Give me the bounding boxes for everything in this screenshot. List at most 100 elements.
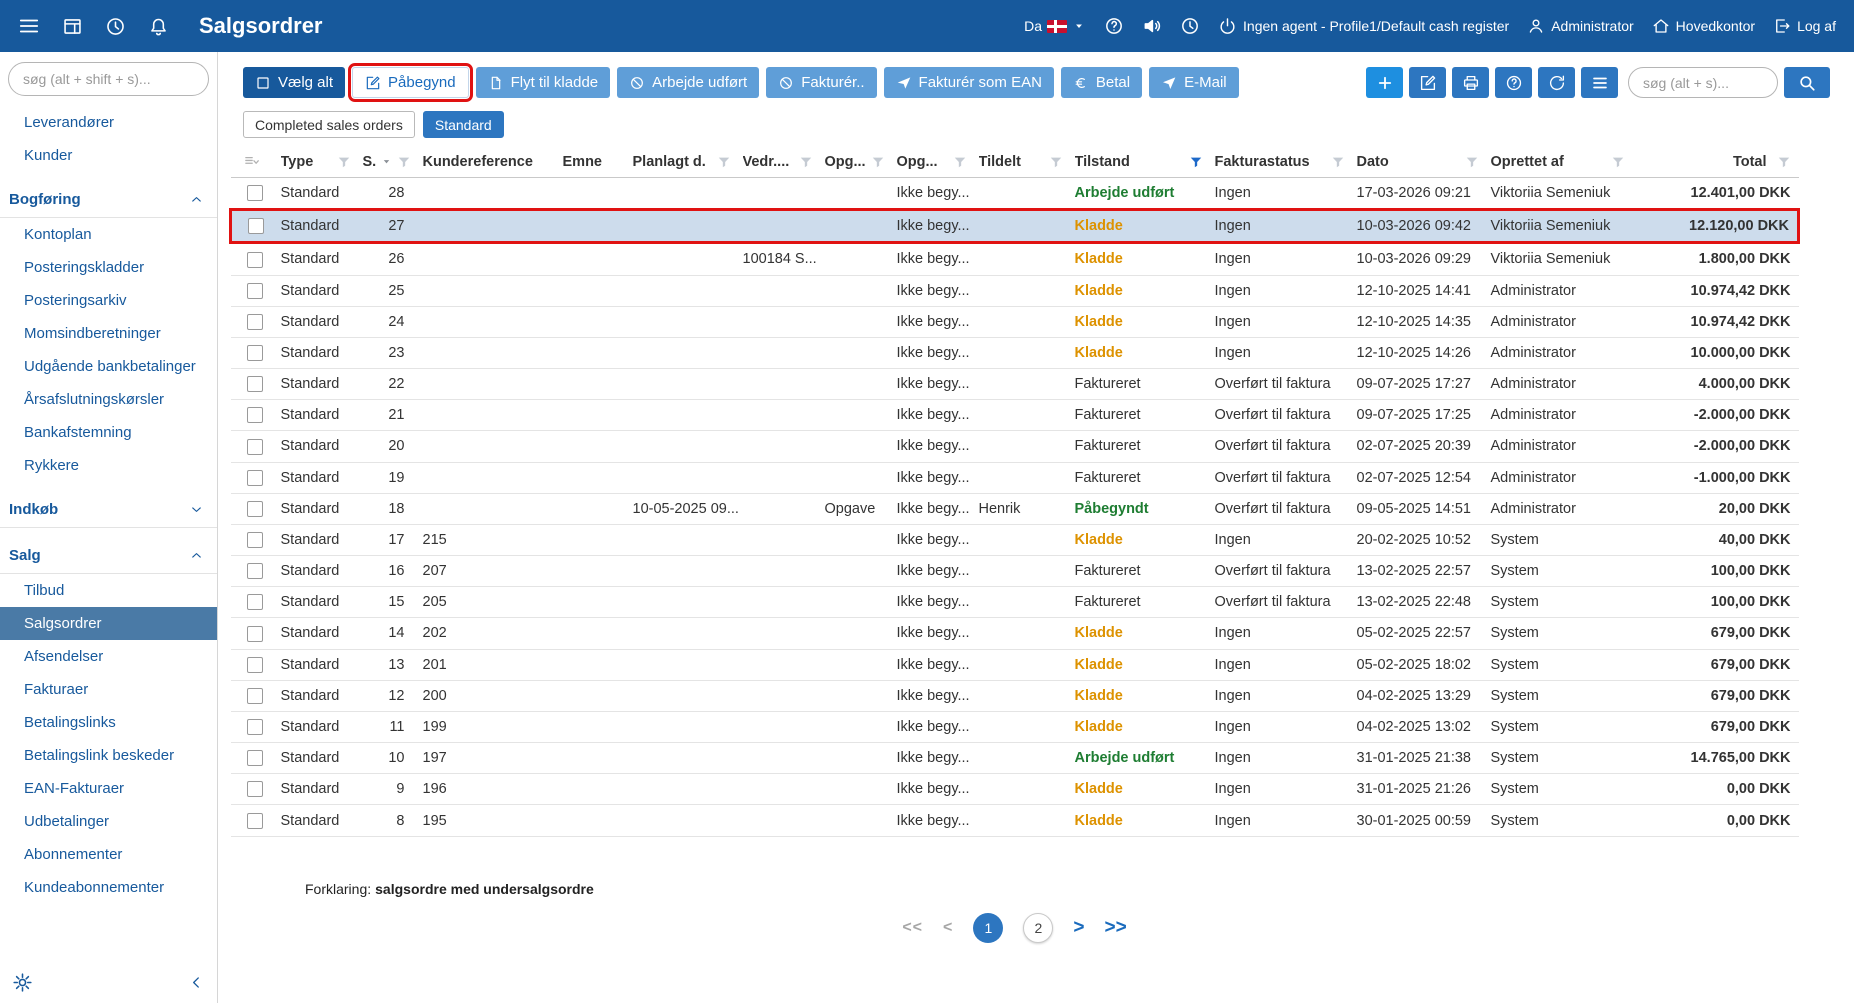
- row-checkbox[interactable]: [246, 500, 263, 517]
- row-checkbox[interactable]: [246, 407, 263, 424]
- order-row-26[interactable]: Standard 26 100184 S... Ikke begy... Kladde I…: [230, 242, 1799, 276]
- sidebar-item-afsendelser[interactable]: Afsendelser: [0, 640, 217, 673]
- column-type[interactable]: Type: [276, 146, 359, 178]
- report-icon[interactable]: [62, 16, 83, 37]
- order-row-21[interactable]: Standard 21 Ikke begy... Faktureret Overført…: [230, 399, 1799, 432]
- time-icon[interactable]: [1180, 16, 1200, 36]
- fakturer-button[interactable]: Fakturér..: [766, 67, 877, 98]
- sidebar-item-aarsafslutningskorsler[interactable]: Årsafslutningskørsler: [0, 383, 217, 416]
- refresh-button[interactable]: [1538, 67, 1575, 98]
- column-fakturastatus[interactable]: Fakturastatus: [1210, 146, 1353, 178]
- help-icon[interactable]: [1104, 16, 1124, 36]
- sidebar-item-posteringsarkiv[interactable]: Posteringsarkiv: [0, 284, 217, 317]
- row-checkbox[interactable]: [246, 313, 263, 330]
- row-checkbox[interactable]: [246, 376, 263, 393]
- order-row-8[interactable]: Standard 8 195 Ikke begy... Kladde Ingen 30-01…: [230, 804, 1799, 837]
- row-checkbox[interactable]: [246, 812, 263, 829]
- order-row-18[interactable]: Standard 18 10-05-2025 09... Opgave Ikke beg…: [230, 493, 1799, 525]
- filter-funnel-icon[interactable]: [1189, 155, 1207, 169]
- sidebar-item-posteringskladder[interactable]: Posteringskladder: [0, 251, 217, 284]
- sidebar-section-indkob[interactable]: Indkøb: [0, 492, 217, 528]
- speaker-icon[interactable]: [1142, 16, 1162, 36]
- history-clock-icon[interactable]: [105, 16, 126, 37]
- row-checkbox[interactable]: [246, 625, 263, 642]
- order-row-24[interactable]: Standard 24 Ikke begy... Kladde Ingen 12-10-2…: [230, 306, 1799, 338]
- filter-funnel-icon[interactable]: [1611, 155, 1629, 169]
- filter-funnel-icon[interactable]: [1331, 155, 1349, 169]
- page-button-2[interactable]: 2: [1023, 912, 1054, 943]
- filter-funnel-icon[interactable]: [1777, 155, 1795, 169]
- sidebar-item-abonnementer[interactable]: Abonnementer: [0, 838, 217, 871]
- order-row-23[interactable]: Standard 23 Ikke begy... Kladde Ingen 12-10-2…: [230, 337, 1799, 370]
- office-menu[interactable]: Hovedkontor: [1652, 17, 1755, 35]
- row-checkbox[interactable]: [246, 687, 263, 704]
- help-button[interactable]: [1495, 67, 1532, 98]
- order-row-14[interactable]: Standard 14 202 Ikke begy... Kladde Ingen 05-0…: [230, 617, 1799, 650]
- sidebar-item-leverandorer[interactable]: Leverandører: [0, 106, 217, 139]
- row-checkbox[interactable]: [246, 594, 263, 611]
- language-selector[interactable]: Da: [1024, 18, 1086, 34]
- prev-page-button[interactable]: <: [943, 919, 953, 937]
- order-row-16[interactable]: Standard 16 207 Ikke begy... Faktureret Overf…: [230, 555, 1799, 588]
- sidebar-item-betalingslinks[interactable]: Betalingslinks: [0, 706, 217, 739]
- column-opg[interactable]: Opg...: [892, 146, 975, 178]
- print-button[interactable]: [1452, 67, 1489, 98]
- row-checkbox[interactable]: [246, 438, 263, 455]
- sidebar-item-tilbud[interactable]: Tilbud: [0, 574, 217, 607]
- agent-status[interactable]: Ingen agent - Profile1/Default cash regi…: [1218, 17, 1509, 36]
- row-checkbox[interactable]: [246, 185, 263, 202]
- sidebar-search-input[interactable]: [8, 62, 209, 96]
- sidebar-item-kunder[interactable]: Kunder: [0, 139, 217, 172]
- row-checkbox[interactable]: [246, 345, 263, 362]
- filter-funnel-icon[interactable]: [1049, 155, 1067, 169]
- column-s[interactable]: S.: [358, 146, 419, 178]
- row-checkbox[interactable]: [248, 218, 264, 235]
- filter-funnel-icon[interactable]: [953, 155, 971, 169]
- user-menu[interactable]: Administrator: [1527, 17, 1634, 35]
- arbejde-udfort-button[interactable]: Arbejde udført: [617, 67, 760, 98]
- table-search-input[interactable]: [1628, 67, 1778, 98]
- order-row-25[interactable]: Standard 25 Ikke begy... Kladde Ingen 12-10-2…: [230, 275, 1799, 307]
- sidebar-item-fakturaer[interactable]: Fakturaer: [0, 673, 217, 706]
- next-page-button[interactable]: >: [1073, 917, 1084, 939]
- betal-button[interactable]: Betal: [1060, 67, 1143, 98]
- sidebar-item-ean-fakturaer[interactable]: EAN-Fakturaer: [0, 772, 217, 805]
- sidebar-item-udgaaende-bankbetalinger[interactable]: Udgående bankbetalinger: [0, 350, 217, 383]
- row-checkbox[interactable]: [246, 282, 263, 299]
- sidebar-item-bankafstemning[interactable]: Bankafstemning: [0, 416, 217, 449]
- filter-funnel-icon[interactable]: [717, 155, 735, 169]
- column-total[interactable]: Total: [1632, 146, 1799, 178]
- row-checkbox[interactable]: [246, 781, 263, 798]
- last-page-button[interactable]: >>: [1104, 917, 1126, 939]
- sidebar-item-salgsordrer[interactable]: Salgsordrer: [0, 607, 217, 640]
- e-mail-button[interactable]: E-Mail: [1149, 67, 1239, 98]
- plus-button[interactable]: [1366, 67, 1403, 98]
- row-checkbox[interactable]: [246, 719, 263, 736]
- column-vedr[interactable]: Vedr....: [738, 146, 821, 178]
- column-oprettet-af[interactable]: Oprettet af: [1486, 146, 1633, 178]
- vaelg-alt-button[interactable]: Vælg alt: [243, 67, 346, 98]
- order-row-20[interactable]: Standard 20 Ikke begy... Faktureret Overført…: [230, 430, 1799, 463]
- order-row-12[interactable]: Standard 12 200 Ikke begy... Kladde Ingen 04-0…: [230, 680, 1799, 712]
- fakturer-som-ean-button[interactable]: Fakturér som EAN: [883, 67, 1054, 98]
- logout-button[interactable]: Log af: [1773, 17, 1836, 35]
- column-dato[interactable]: Dato: [1352, 146, 1487, 178]
- sidebar-item-rykkere[interactable]: Rykkere: [0, 449, 217, 482]
- order-row-15[interactable]: Standard 15 205 Ikke begy... Faktureret Overf…: [230, 586, 1799, 619]
- column-kundereference[interactable]: Kundereference: [418, 146, 559, 178]
- filter-funnel-icon[interactable]: [871, 155, 889, 169]
- order-row-9[interactable]: Standard 9 196 Ikke begy... Kladde Ingen 31-01…: [230, 773, 1799, 806]
- paabegynd-button[interactable]: Påbegynd: [348, 63, 473, 102]
- sidebar-section-salg[interactable]: Salg: [0, 538, 217, 574]
- collapse-sidebar-icon[interactable]: [188, 974, 205, 991]
- menu-icon[interactable]: [18, 15, 40, 37]
- sidebar-section-bogforing[interactable]: Bogføring: [0, 182, 217, 218]
- page-button-1[interactable]: 1: [973, 912, 1004, 943]
- column-planlagt-d[interactable]: Planlagt d.: [628, 146, 739, 178]
- filter-funnel-icon[interactable]: [337, 155, 355, 169]
- filter-funnel-icon[interactable]: [397, 155, 415, 169]
- column-select[interactable]: [230, 146, 277, 178]
- list-button[interactable]: [1581, 67, 1618, 98]
- order-row-13[interactable]: Standard 13 201 Ikke begy... Kladde Ingen 05-0…: [230, 649, 1799, 681]
- order-row-17[interactable]: Standard 17 215 Ikke begy... Kladde Ingen 20-0…: [230, 524, 1799, 557]
